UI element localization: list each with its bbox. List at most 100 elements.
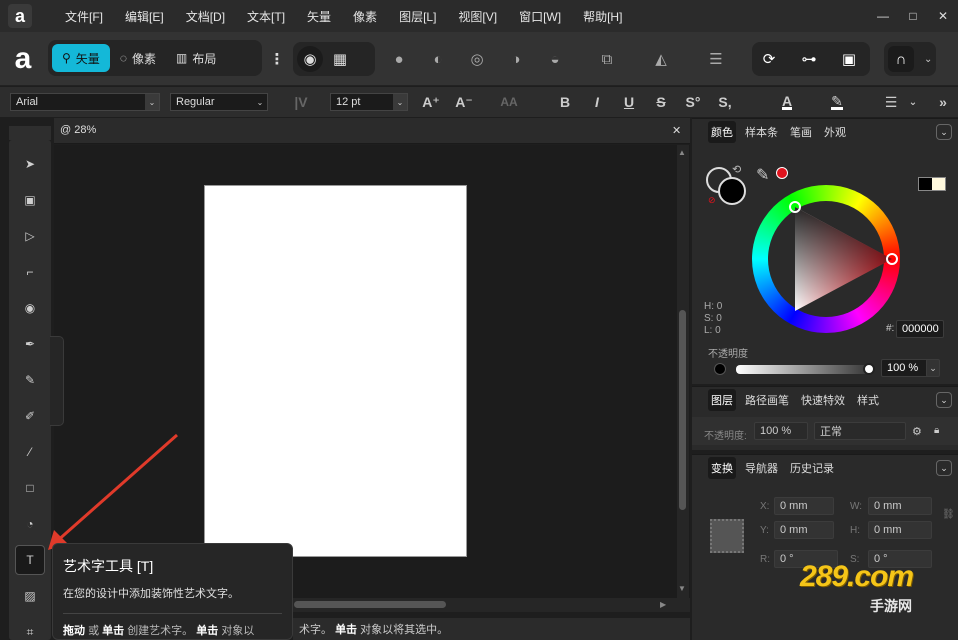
- chevron-down-icon[interactable]: ⌄: [936, 124, 952, 140]
- highlight-color-icon[interactable]: ✎: [826, 92, 848, 112]
- h-input[interactable]: 0 mm: [868, 521, 932, 539]
- strikethrough-button[interactable]: S: [650, 92, 672, 112]
- xor-shape-icon[interactable]: ◑: [503, 46, 529, 72]
- corner-tool[interactable]: ⌐: [9, 256, 51, 288]
- transform-box-icon[interactable]: ▣: [836, 46, 862, 72]
- opacity-input[interactable]: 100 %: [881, 359, 929, 377]
- vector-brush-tool[interactable]: ✐: [9, 400, 51, 432]
- swap-colors-icon[interactable]: ⟲: [732, 163, 741, 176]
- pixel-tool[interactable]: ⌗: [9, 616, 51, 640]
- pencil-tool[interactable]: ✎: [9, 364, 51, 396]
- eyedropper-icon[interactable]: ✎: [756, 165, 769, 185]
- studio-collapse-handle[interactable]: [50, 336, 64, 426]
- link-icon[interactable]: ⛓: [942, 509, 955, 520]
- increase-font-button[interactable]: A⁺: [420, 92, 442, 112]
- anchor-selector[interactable]: [710, 519, 744, 553]
- menu-file[interactable]: 文件[F]: [54, 8, 114, 25]
- layer-opacity-input[interactable]: 100 %: [754, 422, 808, 440]
- tab-history[interactable]: 历史记录: [787, 457, 837, 479]
- group-icon[interactable]: ⧉: [594, 46, 620, 72]
- lock-icon[interactable]: 🔒︎: [934, 425, 939, 436]
- picked-color-swatch[interactable]: [776, 167, 788, 179]
- gear-icon[interactable]: ⚙: [912, 425, 922, 438]
- divide-shape-icon[interactable]: ◒: [542, 46, 568, 72]
- grid-icon[interactable]: ▦: [327, 46, 353, 72]
- menu-document[interactable]: 文档[D]: [175, 8, 236, 25]
- menu-help[interactable]: 帮助[H]: [572, 8, 633, 25]
- tab-appearance[interactable]: 外观: [821, 121, 849, 143]
- decrease-font-button[interactable]: A⁻: [453, 92, 475, 112]
- tab-layers[interactable]: 图层: [708, 389, 736, 411]
- menu-pixel[interactable]: 像素: [342, 8, 388, 25]
- menu-window[interactable]: 窗口[W]: [508, 8, 572, 25]
- more-options-button[interactable]: »: [932, 92, 954, 112]
- vertical-scroll-thumb[interactable]: [679, 310, 686, 510]
- node-tool[interactable]: ▷: [9, 220, 51, 252]
- scroll-down-icon[interactable]: ▼: [678, 584, 686, 593]
- y-input[interactable]: 0 mm: [774, 521, 834, 539]
- menu-edit[interactable]: 编辑[E]: [114, 8, 175, 25]
- tab-stroke[interactable]: 笔画: [787, 121, 815, 143]
- italic-button[interactable]: I: [586, 92, 608, 112]
- tab-color[interactable]: 颜色: [708, 121, 736, 143]
- horizontal-scroll-thumb[interactable]: [294, 601, 446, 608]
- subscript-button[interactable]: S,: [714, 92, 736, 112]
- pen-tool[interactable]: ✒: [9, 328, 51, 360]
- tab-swatches[interactable]: 样本条: [742, 121, 781, 143]
- subtract-shape-icon[interactable]: ◐: [425, 46, 451, 72]
- menu-text[interactable]: 文本[T]: [236, 8, 296, 25]
- chevron-down-icon[interactable]: ⌄: [936, 392, 952, 408]
- opacity-slider[interactable]: [736, 365, 872, 374]
- fill-swatch[interactable]: [718, 177, 746, 205]
- persona-layout-button[interactable]: ▥ 布局: [166, 44, 226, 72]
- tab-navigator[interactable]: 导航器: [742, 457, 781, 479]
- chevron-down-icon[interactable]: ⌄: [936, 460, 952, 476]
- tab-path-brushes[interactable]: 路径画笔: [742, 389, 792, 411]
- align-icon[interactable]: ☰: [703, 46, 729, 72]
- opacity-slider-handle[interactable]: [863, 363, 875, 375]
- tab-transform[interactable]: 变换: [708, 457, 736, 479]
- no-color-icon[interactable]: ⊘: [708, 195, 716, 206]
- tab-quick-fx[interactable]: 快速特效: [798, 389, 848, 411]
- point-transform-tool[interactable]: ◉: [9, 292, 51, 324]
- node-icon[interactable]: ⊶: [796, 46, 822, 72]
- close-document-button[interactable]: ✕: [672, 124, 681, 137]
- blend-mode-select[interactable]: 正常: [814, 422, 906, 440]
- persona-pixel-button[interactable]: ◌ 像素: [110, 44, 166, 72]
- move-tool[interactable]: ➤: [9, 148, 51, 180]
- x-input[interactable]: 0 mm: [774, 497, 834, 515]
- all-caps-button[interactable]: AA: [498, 92, 520, 112]
- menu-view[interactable]: 视图[V]: [447, 8, 508, 25]
- paragraph-align-icon[interactable]: ☰: [880, 92, 902, 112]
- font-style-select[interactable]: Regular ⌄: [170, 93, 268, 111]
- w-input[interactable]: 0 mm: [868, 497, 932, 515]
- menu-vector[interactable]: 矢量: [296, 8, 342, 25]
- minimize-button[interactable]: —: [868, 0, 898, 32]
- maximize-button[interactable]: □: [898, 0, 928, 32]
- chevron-down-icon[interactable]: ⌄: [902, 92, 924, 112]
- superscript-button[interactable]: S°: [682, 92, 704, 112]
- rotate-icon[interactable]: ⟳: [756, 46, 782, 72]
- font-family-select[interactable]: Arial ⌄: [10, 93, 160, 111]
- underline-button[interactable]: U: [618, 92, 640, 112]
- artboard-page[interactable]: [204, 185, 467, 557]
- chevron-down-icon[interactable]: ⌄: [926, 359, 940, 377]
- menu-layer[interactable]: 图层[L]: [388, 8, 447, 25]
- scroll-right-icon[interactable]: ▶: [660, 600, 666, 609]
- add-shape-icon[interactable]: ●: [386, 46, 412, 72]
- place-image-tool[interactable]: ▨: [9, 580, 51, 612]
- more-vertical-icon[interactable]: ⋮: [264, 46, 290, 72]
- bold-button[interactable]: B: [554, 92, 576, 112]
- document-tab[interactable]: @ 28% ✕: [54, 118, 690, 144]
- artboard-tool[interactable]: ▣: [9, 184, 51, 216]
- text-frame-icon[interactable]: ◉: [297, 46, 323, 72]
- magnet-icon[interactable]: ∩: [888, 46, 914, 72]
- hex-input[interactable]: 000000: [896, 320, 944, 338]
- flip-icon[interactable]: ◭: [648, 46, 674, 72]
- scroll-up-icon[interactable]: ▲: [678, 148, 686, 157]
- text-fill-color-icon[interactable]: A: [776, 92, 798, 112]
- saturation-triangle[interactable]: [752, 185, 900, 333]
- close-window-button[interactable]: ✕: [928, 0, 958, 32]
- chevron-down-icon[interactable]: ⌄: [924, 54, 932, 65]
- persona-vector-button[interactable]: ⚲ 矢量: [52, 44, 110, 72]
